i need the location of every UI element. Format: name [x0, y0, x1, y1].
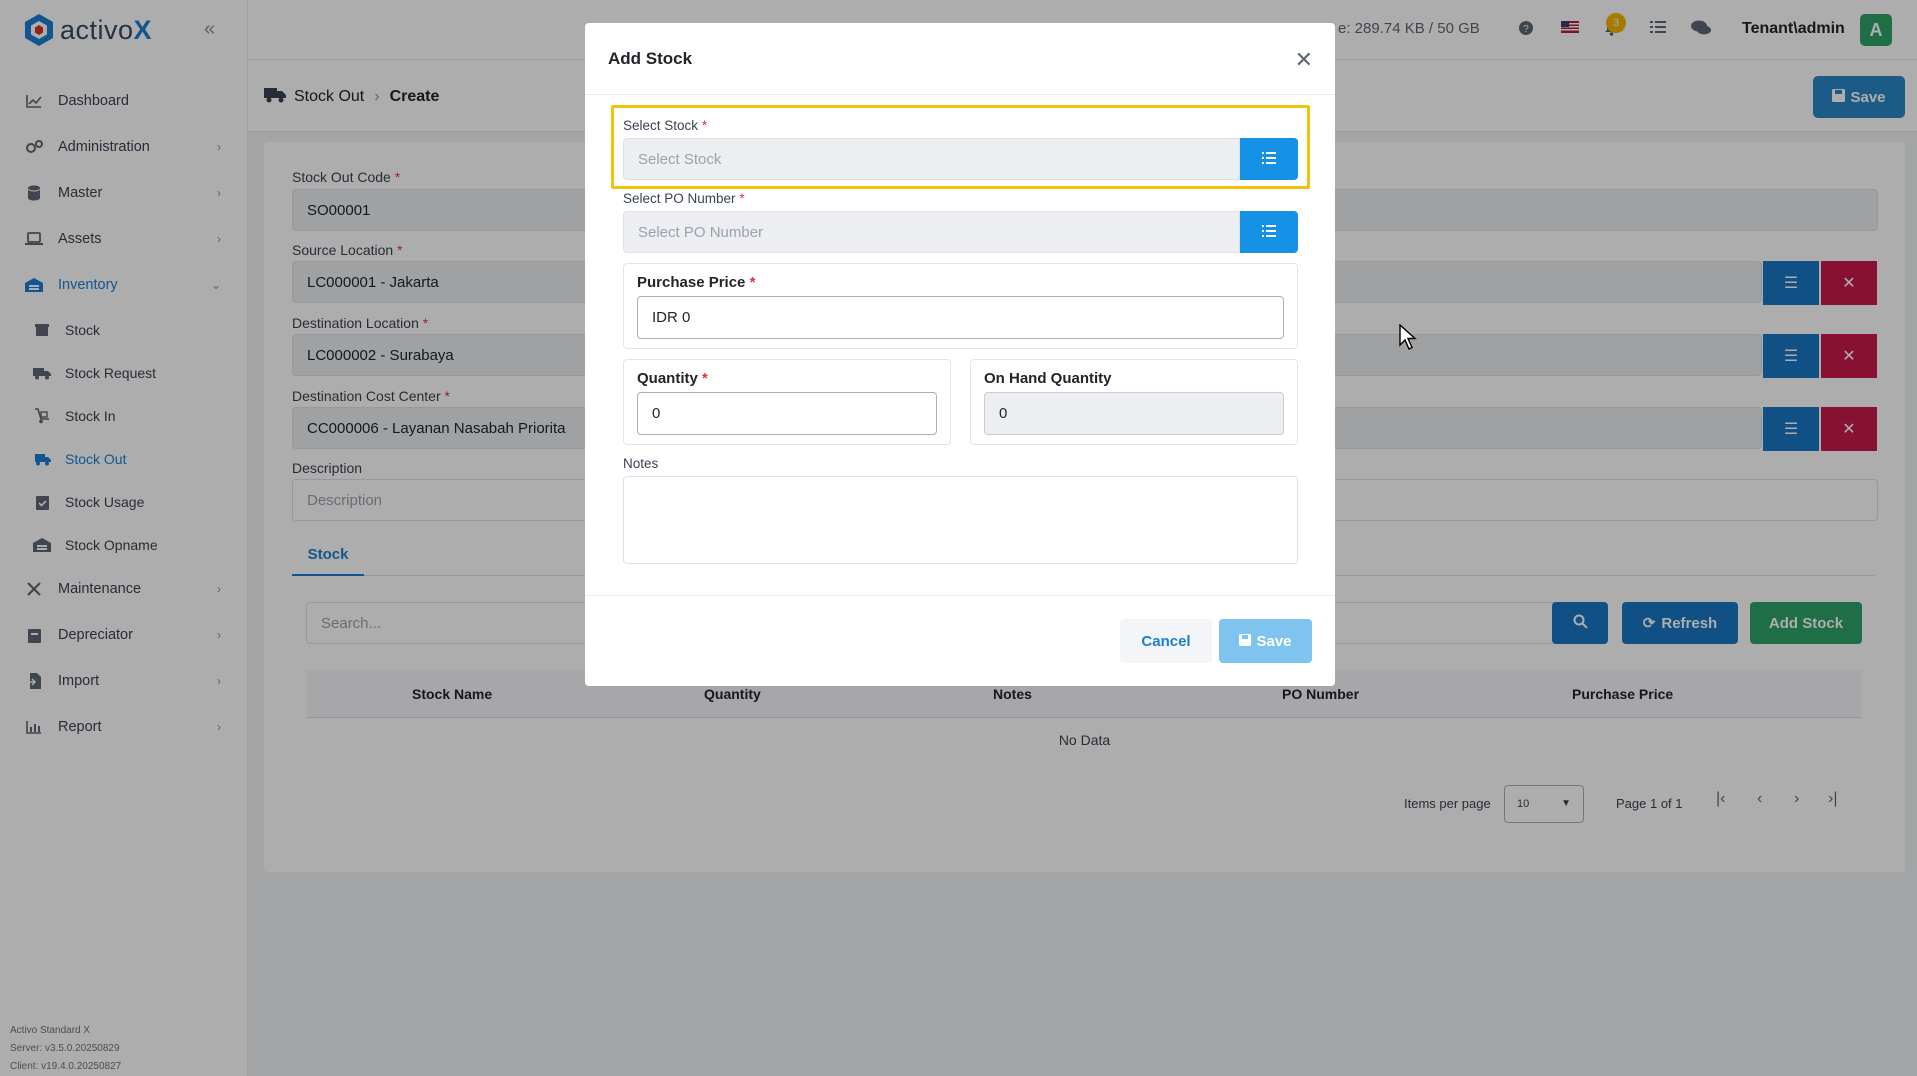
divider — [585, 595, 1335, 596]
select-po-label: Select PO Number * — [623, 191, 745, 206]
modal-title: Add Stock — [608, 49, 693, 68]
mouse-cursor-icon — [1399, 324, 1417, 350]
purchase-price-input[interactable]: IDR 0 — [637, 296, 1284, 339]
select-stock-field[interactable]: Select Stock — [623, 138, 1240, 180]
floppy-icon — [1239, 633, 1252, 650]
purchase-price-panel: Purchase Price * IDR 0 — [623, 263, 1298, 349]
select-stock-button[interactable] — [1240, 138, 1298, 180]
select-po-button[interactable] — [1240, 211, 1298, 253]
quantity-label: Quantity * — [637, 370, 708, 387]
close-icon[interactable]: ✕ — [1295, 47, 1313, 73]
select-po-field[interactable]: Select PO Number — [623, 211, 1240, 253]
cancel-button[interactable]: Cancel — [1120, 619, 1212, 663]
quantity-input[interactable]: 0 — [637, 392, 937, 435]
list-icon — [1262, 151, 1276, 167]
divider — [585, 94, 1335, 95]
on-hand-label: On Hand Quantity — [984, 370, 1112, 387]
on-hand-input: 0 — [984, 392, 1284, 435]
add-stock-modal: Add Stock ✕ Select Stock * Select Stock … — [585, 23, 1335, 686]
select-stock-label: Select Stock * — [623, 118, 708, 133]
notes-label: Notes — [623, 456, 659, 471]
purchase-price-label: Purchase Price * — [637, 274, 756, 291]
list-icon — [1262, 224, 1276, 240]
modal-save-label: Save — [1256, 632, 1292, 650]
on-hand-panel: On Hand Quantity 0 — [970, 359, 1298, 445]
notes-textarea[interactable] — [623, 476, 1298, 564]
quantity-panel: Quantity * 0 — [623, 359, 951, 445]
modal-save-button[interactable]: Save — [1219, 619, 1312, 663]
